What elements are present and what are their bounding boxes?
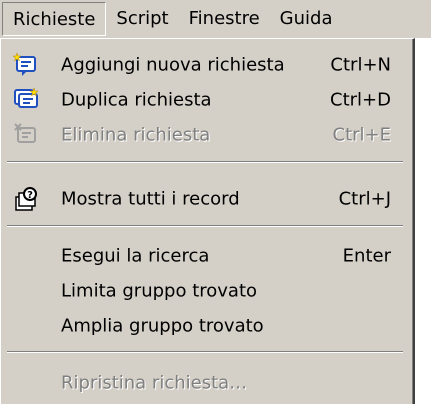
menu-separator <box>7 225 403 227</box>
svg-text:?: ? <box>27 190 33 201</box>
menu-guida[interactable]: Guida <box>270 2 343 36</box>
menu-bar: Richieste Script Finestre Guida <box>0 0 431 38</box>
menu-separator <box>7 351 403 353</box>
menu-item-constrain-found-set[interactable]: Limita gruppo trovato <box>1 275 413 307</box>
duplicate-request-icon <box>13 87 39 112</box>
show-all-records-icon: ? <box>13 187 39 211</box>
menu-item-shortcut: Ctrl+J <box>338 188 391 210</box>
menu-item-shortcut: Ctrl+D <box>330 89 391 111</box>
menu-item-add-request[interactable]: Aggiungi nuova richiesta Ctrl+N <box>1 49 413 81</box>
menu-item-label: Duplica richiesta <box>61 89 212 111</box>
menu-item-label: Esegui la ricerca <box>61 245 210 267</box>
menu-richieste[interactable]: Richieste <box>2 2 107 36</box>
menu-item-label: Mostra tutti i record <box>61 188 240 210</box>
menu-item-label: Aggiungi nuova richiesta <box>61 54 285 76</box>
richieste-dropdown-menu: Aggiungi nuova richiesta Ctrl+N Duplica … <box>0 38 415 404</box>
add-request-icon <box>12 52 39 77</box>
menu-item-shortcut: Ctrl+N <box>330 54 391 76</box>
menu-item-extend-found-set[interactable]: Amplia gruppo trovato <box>1 310 413 342</box>
menu-item-label: Amplia gruppo trovato <box>61 315 264 337</box>
menu-script[interactable]: Script <box>106 2 178 36</box>
menu-item-label: Limita gruppo trovato <box>61 280 258 302</box>
menu-item-revert-request: Ripristina richiesta… <box>1 367 413 399</box>
menu-item-show-all-records[interactable]: ? Mostra tutti i record Ctrl+J <box>1 183 413 215</box>
menu-item-delete-request: Elimina richiesta Ctrl+E <box>1 119 413 151</box>
menu-item-shortcut: Enter <box>342 245 391 267</box>
menu-item-label: Elimina richiesta <box>61 124 211 146</box>
menu-item-label: Ripristina richiesta… <box>61 372 248 394</box>
menu-separator <box>7 161 403 163</box>
menu-item-duplicate-request[interactable]: Duplica richiesta Ctrl+D <box>1 84 413 116</box>
delete-request-icon <box>13 123 39 147</box>
menu-item-shortcut: Ctrl+E <box>332 124 391 146</box>
menu-finestre[interactable]: Finestre <box>179 2 270 36</box>
menu-item-perform-find[interactable]: Esegui la ricerca Enter <box>1 240 413 272</box>
